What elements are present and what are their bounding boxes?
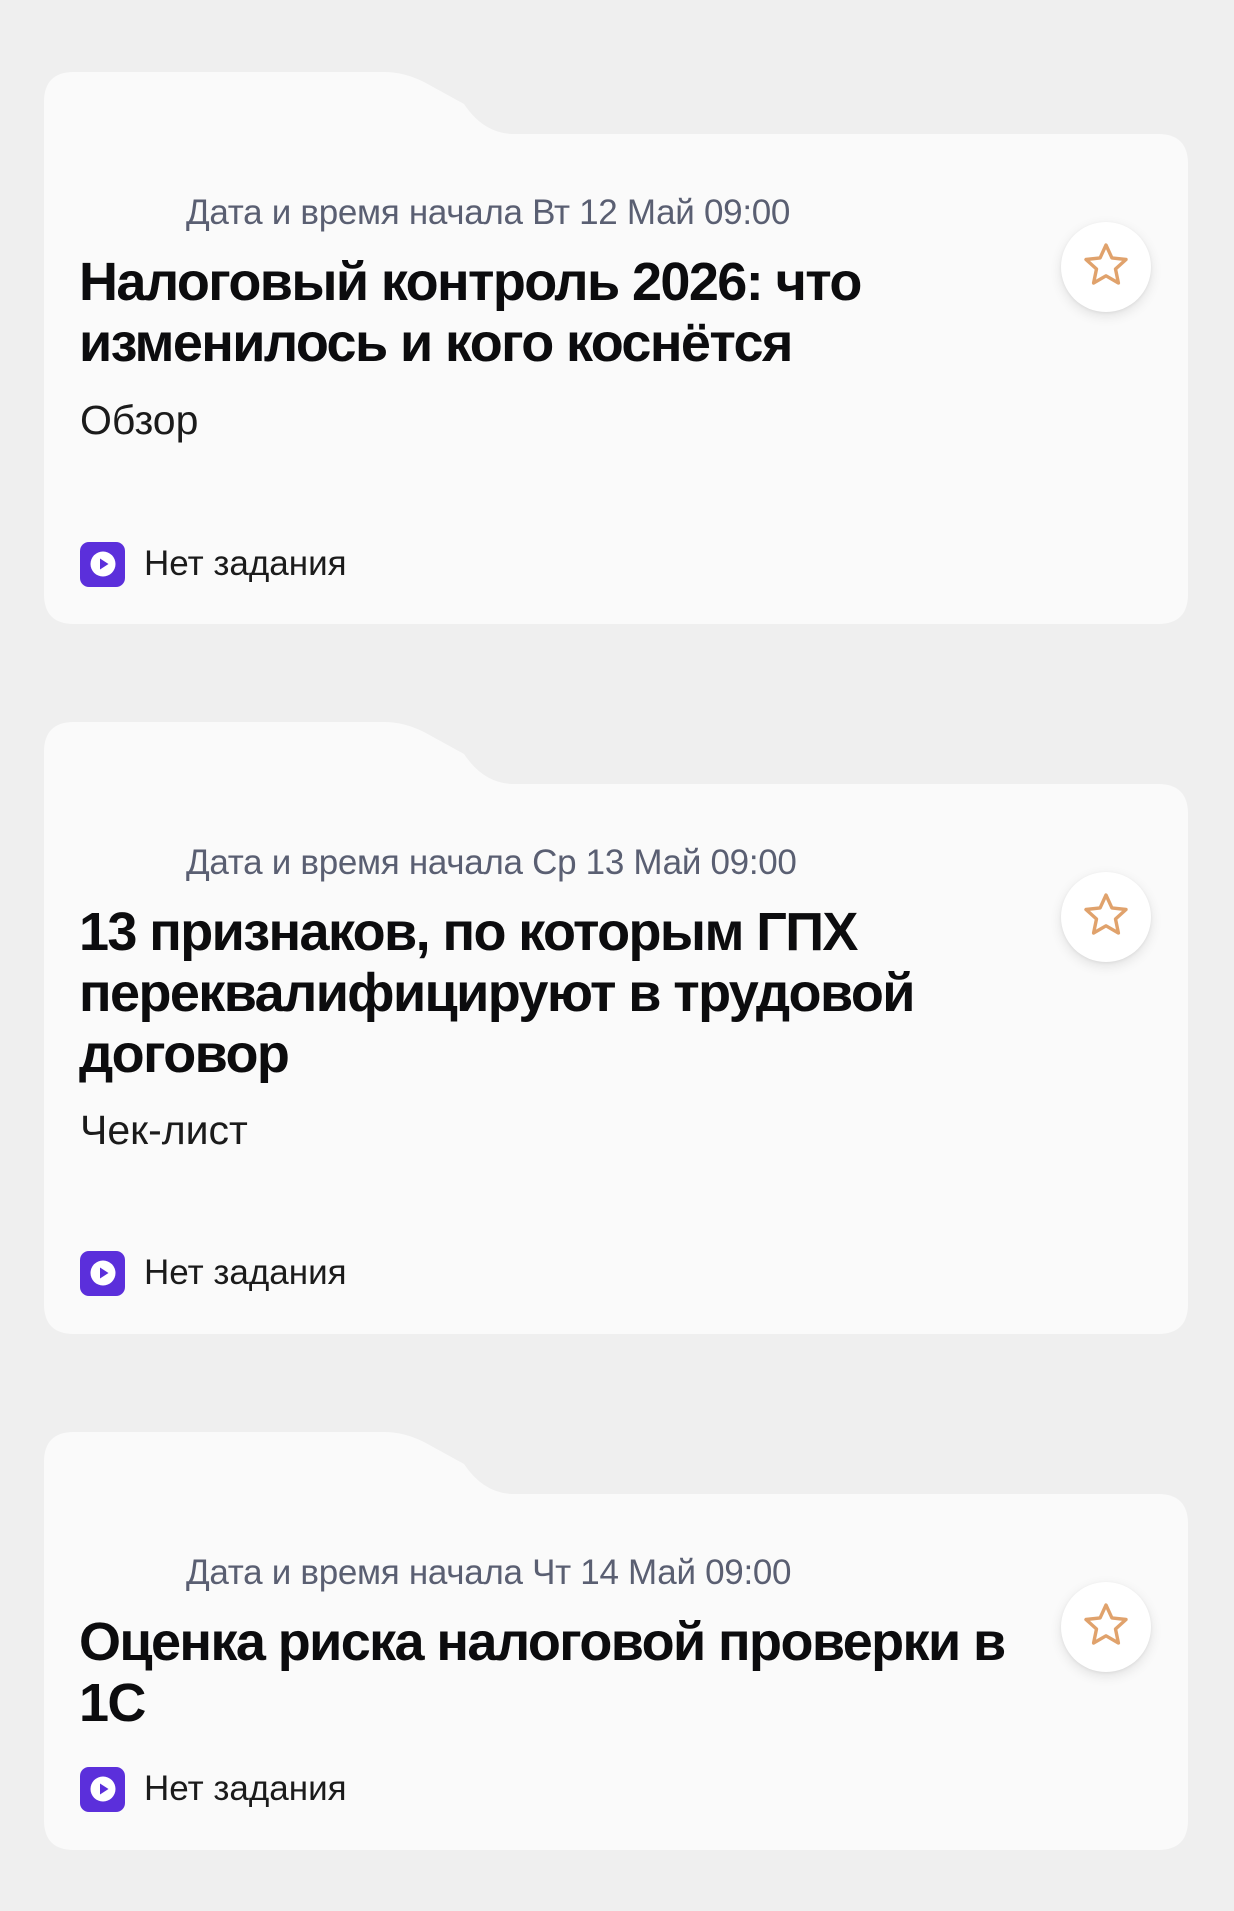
- task-status-label: Нет задания: [144, 1253, 347, 1292]
- star-outline-icon: [1080, 1599, 1132, 1656]
- task-status-label: Нет задания: [144, 544, 347, 583]
- event-date: Дата и время начала Чт 14 Май 09:00: [186, 1553, 792, 1592]
- play-icon: [80, 1250, 125, 1296]
- star-outline-icon: [1080, 889, 1132, 946]
- star-outline-icon: [1080, 239, 1132, 296]
- event-date: Дата и время начала Вт 12 Май 09:00: [186, 193, 791, 232]
- event-title[interactable]: Налоговый контроль 2026: что изменилось …: [79, 252, 1019, 374]
- task-status-row: Нет задания: [80, 1250, 347, 1296]
- play-icon: [80, 541, 125, 587]
- event-card[interactable]: Дата и время начала Вт 12 Май 09:00 Нало…: [44, 72, 1188, 624]
- task-status-row: Нет задания: [80, 541, 347, 587]
- event-card[interactable]: Дата и время начала Ср 13 Май 09:00 13 п…: [44, 722, 1188, 1334]
- task-status-row: Нет задания: [80, 1766, 347, 1812]
- favorite-button[interactable]: [1061, 222, 1151, 312]
- event-title[interactable]: 13 признаков, по которым ГПХ переквалифи…: [79, 902, 1019, 1085]
- task-status-label: Нет задания: [144, 1769, 347, 1808]
- event-type: Обзор: [80, 397, 199, 443]
- event-card[interactable]: Дата и время начала Чт 14 Май 09:00 Оцен…: [44, 1432, 1188, 1850]
- event-type: Чек-лист: [80, 1107, 248, 1153]
- event-title[interactable]: Оценка риска налоговой проверки в 1С: [79, 1612, 1019, 1734]
- favorite-button[interactable]: [1061, 872, 1151, 962]
- favorite-button[interactable]: [1061, 1582, 1151, 1672]
- event-date: Дата и время начала Ср 13 Май 09:00: [186, 843, 797, 882]
- play-icon: [80, 1766, 125, 1812]
